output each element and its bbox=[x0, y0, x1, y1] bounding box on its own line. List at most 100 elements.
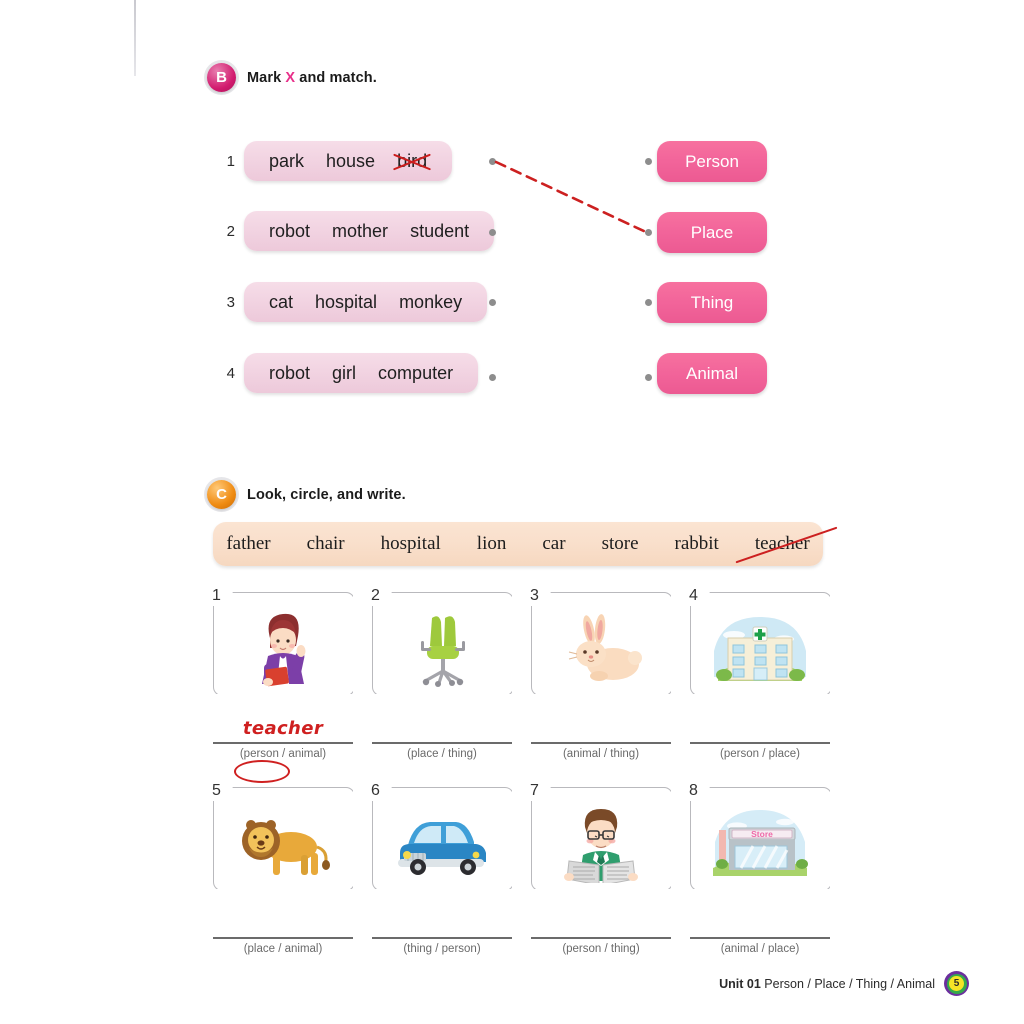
page-number-badge: 5 bbox=[944, 971, 969, 996]
art-office-chair bbox=[380, 606, 504, 690]
answer-options-4[interactable]: (person / place) bbox=[690, 748, 830, 760]
art-hospital-building bbox=[698, 606, 822, 690]
answer-text-1: teacher bbox=[242, 718, 324, 739]
word-box-1[interactable]: park house bird bbox=[244, 141, 453, 181]
picture-card-4[interactable]: 4 bbox=[689, 587, 830, 694]
answer-6[interactable]: (thing / person) bbox=[372, 937, 512, 955]
bank-word-teacher[interactable]: teacher bbox=[737, 533, 828, 555]
word-4-3[interactable]: computer bbox=[367, 363, 464, 384]
page-number-value: 5 bbox=[949, 976, 964, 991]
picture-card-6[interactable]: 6 bbox=[371, 782, 512, 889]
picture-card-8[interactable]: 8 Store bbox=[689, 782, 830, 889]
bank-word-father[interactable]: father bbox=[208, 533, 288, 555]
answer-4[interactable]: (person / place) bbox=[690, 742, 830, 760]
word-row-1[interactable]: 1 park house bird bbox=[215, 141, 453, 181]
bank-word-hospital[interactable]: hospital bbox=[363, 533, 459, 555]
word-row-2[interactable]: 2 robot mother student bbox=[215, 211, 495, 251]
word-bank[interactable]: father chair hospital lion car store rab… bbox=[213, 522, 823, 566]
word-4-2[interactable]: girl bbox=[321, 363, 367, 384]
connector-dot-left-3[interactable] bbox=[489, 299, 496, 306]
answer-line-7[interactable] bbox=[531, 937, 671, 939]
picture-card-2[interactable]: 2 bbox=[371, 587, 512, 694]
footer-unit: Unit 01 bbox=[719, 976, 761, 991]
word-2-1[interactable]: robot bbox=[258, 221, 321, 242]
picture-card-7[interactable]: 7 bbox=[530, 782, 671, 889]
bank-word-store[interactable]: store bbox=[584, 533, 657, 555]
section-b-title-post: and match. bbox=[295, 69, 377, 86]
word-1-3[interactable]: bird bbox=[386, 151, 438, 172]
card-number-1: 1 bbox=[212, 587, 221, 604]
footer-text: Unit 01 Person / Place / Thing / Animal bbox=[719, 977, 935, 991]
answer-options-5[interactable]: (place / animal) bbox=[213, 943, 353, 955]
connector-dot-right-animal[interactable] bbox=[645, 374, 652, 381]
answer-line-5[interactable] bbox=[213, 937, 353, 939]
answer-options-8[interactable]: (animal / place) bbox=[690, 943, 830, 955]
word-1-2[interactable]: house bbox=[315, 151, 386, 172]
category-place[interactable]: Place bbox=[657, 212, 767, 253]
connector-dot-left-4[interactable] bbox=[489, 374, 496, 381]
art-lion bbox=[221, 801, 345, 885]
section-b-header: B Mark X and match. bbox=[207, 63, 377, 92]
match-line-1-place bbox=[494, 160, 650, 235]
answer-line-1[interactable] bbox=[213, 742, 353, 744]
row-number-3: 3 bbox=[226, 293, 235, 311]
answer-line-2[interactable] bbox=[372, 742, 512, 744]
word-row-3[interactable]: 3 cat hospital monkey bbox=[215, 282, 488, 322]
word-1-1[interactable]: park bbox=[258, 151, 315, 172]
answer-options-7[interactable]: (person / thing) bbox=[531, 943, 671, 955]
section-c-title: Look, circle, and write. bbox=[247, 486, 406, 503]
card-number-7: 7 bbox=[530, 782, 539, 799]
word-3-2[interactable]: hospital bbox=[304, 292, 388, 313]
answer-1[interactable]: teacher (person / animal) bbox=[213, 718, 353, 784]
word-box-2[interactable]: robot mother student bbox=[244, 211, 495, 251]
word-box-3[interactable]: cat hospital monkey bbox=[244, 282, 488, 322]
section-b-badge: B bbox=[207, 63, 236, 92]
connector-dot-left-1[interactable] bbox=[489, 158, 496, 165]
answer-2[interactable]: (place / thing) bbox=[372, 742, 512, 760]
picture-card-1[interactable]: 1 bbox=[212, 587, 353, 694]
word-4-1[interactable]: robot bbox=[258, 363, 321, 384]
section-c-badge: C bbox=[207, 480, 236, 509]
answer-8[interactable]: (animal / place) bbox=[690, 937, 830, 955]
picture-card-3[interactable]: 3 bbox=[530, 587, 671, 694]
match-line-svg bbox=[494, 160, 650, 235]
word-2-2[interactable]: mother bbox=[321, 221, 399, 242]
picture-card-5[interactable]: 5 bbox=[212, 782, 353, 889]
word-3-1[interactable]: cat bbox=[258, 292, 304, 313]
word-2-3[interactable]: student bbox=[399, 221, 480, 242]
word-row-4[interactable]: 4 robot girl computer bbox=[215, 353, 479, 393]
answer-7[interactable]: (person / thing) bbox=[531, 937, 671, 955]
art-rabbit bbox=[539, 606, 663, 690]
bank-word-chair[interactable]: chair bbox=[289, 533, 363, 555]
bank-word-car[interactable]: car bbox=[524, 533, 583, 555]
word-3-3[interactable]: monkey bbox=[388, 292, 473, 313]
answer-line-8[interactable] bbox=[690, 937, 830, 939]
category-thing[interactable]: Thing bbox=[657, 282, 767, 323]
connector-dot-right-place[interactable] bbox=[645, 229, 652, 236]
art-teacher-woman bbox=[221, 606, 345, 690]
word-box-4[interactable]: robot girl computer bbox=[244, 353, 479, 393]
art-store-building: Store bbox=[698, 801, 822, 885]
connector-dot-right-person[interactable] bbox=[645, 158, 652, 165]
connector-dot-left-2[interactable] bbox=[489, 229, 496, 236]
bank-word-rabbit[interactable]: rabbit bbox=[657, 533, 737, 555]
art-blue-car bbox=[380, 801, 504, 885]
answer-options-1[interactable]: (person / animal) bbox=[213, 748, 353, 760]
answer-line-4[interactable] bbox=[690, 742, 830, 744]
worksheet-page: B Mark X and match. 1 park house bird 2 … bbox=[0, 0, 1024, 1024]
answer-3[interactable]: (animal / thing) bbox=[531, 742, 671, 760]
answer-line-6[interactable] bbox=[372, 937, 512, 939]
card-number-2: 2 bbox=[371, 587, 380, 604]
answer-line-3[interactable] bbox=[531, 742, 671, 744]
section-c-header: C Look, circle, and write. bbox=[207, 480, 406, 509]
answer-5[interactable]: (place / animal) bbox=[213, 937, 353, 955]
connector-dot-right-thing[interactable] bbox=[645, 299, 652, 306]
card-number-6: 6 bbox=[371, 782, 380, 799]
answer-options-3[interactable]: (animal / thing) bbox=[531, 748, 671, 760]
category-person[interactable]: Person bbox=[657, 141, 767, 182]
answer-options-2[interactable]: (place / thing) bbox=[372, 748, 512, 760]
answer-options-6[interactable]: (thing / person) bbox=[372, 943, 512, 955]
card-number-3: 3 bbox=[530, 587, 539, 604]
category-animal[interactable]: Animal bbox=[657, 353, 767, 394]
bank-word-lion[interactable]: lion bbox=[459, 533, 525, 555]
